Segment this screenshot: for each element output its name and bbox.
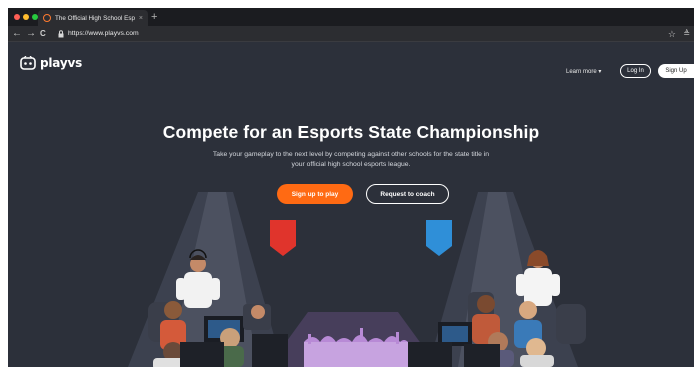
request-to-coach-button[interactable]: Request to coach: [366, 184, 449, 204]
sign-up-to-play-button[interactable]: Sign up to play: [277, 184, 353, 204]
minimize-window-button[interactable]: [23, 14, 29, 20]
new-tab-button[interactable]: +: [151, 10, 157, 24]
reload-button[interactable]: C: [40, 27, 46, 41]
hero-headline: Compete for an Esports State Championshi…: [162, 122, 540, 142]
blue-banner: [426, 220, 452, 256]
browser-tab[interactable]: The Official High School Espo ×: [38, 10, 148, 26]
forward-button[interactable]: →: [26, 27, 36, 41]
tab-title: The Official High School Espo: [55, 14, 135, 22]
close-window-button[interactable]: [14, 14, 20, 20]
bookmark-star-icon[interactable]: ☆: [668, 28, 676, 40]
learn-more-menu[interactable]: Learn more ▾: [566, 68, 601, 75]
browser-window: The Official High School Espo × + ← → C …: [8, 8, 694, 367]
log-in-button[interactable]: Log In: [620, 64, 651, 78]
esports-arena-illustration: [128, 192, 586, 367]
playvs-page: playvs Learn more ▾ Log In Sign Up Compe…: [8, 42, 694, 367]
sign-up-button[interactable]: Sign Up: [658, 64, 694, 78]
extension-icon[interactable]: ≜: [683, 29, 690, 39]
lock-icon: [58, 30, 64, 38]
back-button[interactable]: ←: [12, 27, 22, 41]
tab-strip: The Official High School Espo × +: [8, 8, 694, 26]
playvs-favicon-icon: [43, 14, 51, 22]
logo-text: playvs: [40, 56, 83, 70]
address-bar[interactable]: https://www.playvs.com: [68, 29, 139, 39]
playvs-logo-icon: [20, 56, 36, 70]
close-tab-icon[interactable]: ×: [139, 15, 143, 22]
red-banner: [270, 220, 296, 256]
playvs-logo[interactable]: playvs: [20, 56, 82, 70]
browser-toolbar: ← → C https://www.playvs.com ☆ ≜: [8, 26, 694, 42]
hero-subtext: Take your gameplay to the next level by …: [212, 151, 490, 168]
